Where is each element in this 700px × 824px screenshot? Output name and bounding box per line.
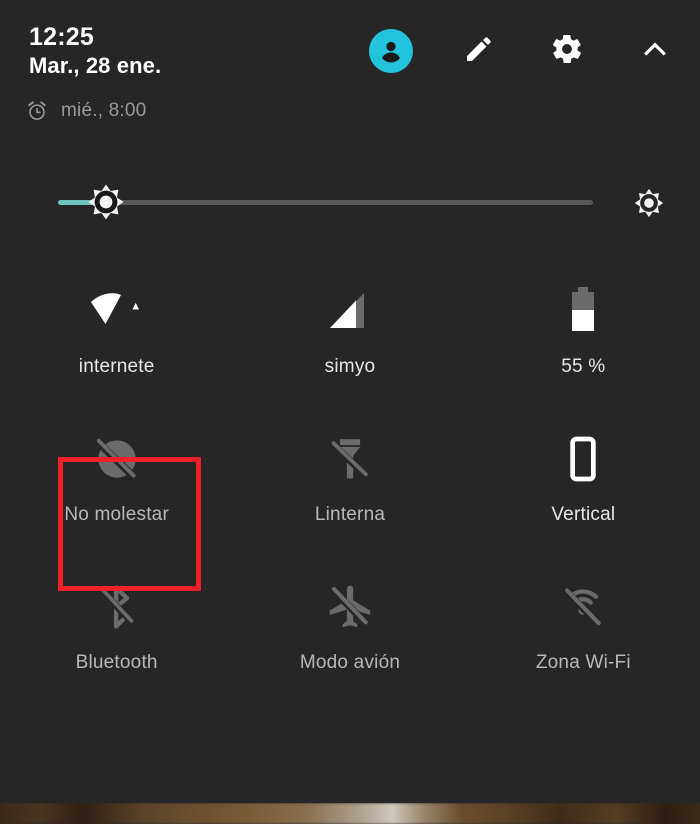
- tile-bluetooth[interactable]: Bluetooth: [0, 558, 233, 706]
- settings-button[interactable]: [544, 28, 590, 74]
- screen-rotation-portrait-icon: [556, 428, 610, 490]
- quick-settings-screen: 12:25 Mar., 28 ene. mié., 8:00: [0, 0, 700, 824]
- tile-wifi[interactable]: internete: [0, 262, 233, 410]
- edit-button[interactable]: [456, 28, 502, 74]
- pencil-icon: [463, 33, 495, 70]
- tile-row: internete simyo: [0, 262, 700, 410]
- do-not-disturb-off-icon: [90, 428, 144, 490]
- status-header: 12:25 Mar., 28 ene. mié., 8:00: [0, 0, 700, 140]
- hotspot-off-icon: [556, 576, 610, 638]
- tile-row: Bluetooth Modo avión: [0, 558, 700, 706]
- chevron-up-icon: [639, 33, 671, 70]
- bluetooth-off-icon: [91, 576, 143, 638]
- brightness-sun-icon: [80, 176, 132, 228]
- clock-time: 12:25: [29, 23, 161, 52]
- flashlight-off-icon: [323, 428, 377, 490]
- battery-icon: [566, 280, 600, 342]
- quick-tiles-grid: internete simyo: [0, 262, 700, 706]
- collapse-button[interactable]: [632, 28, 678, 74]
- quick-settings-panel: 12:25 Mar., 28 ene. mié., 8:00: [0, 0, 700, 803]
- tile-flashlight[interactable]: Linterna: [233, 410, 466, 558]
- auto-brightness-button[interactable]: [628, 182, 670, 224]
- tile-hotspot[interactable]: Zona Wi-Fi: [467, 558, 700, 706]
- tile-cellular[interactable]: simyo: [233, 262, 466, 410]
- tile-orientation[interactable]: Vertical: [467, 410, 700, 558]
- brightness-row: [0, 160, 700, 246]
- tile-label: Linterna: [315, 504, 385, 526]
- user-avatar-icon: [369, 29, 413, 73]
- tile-label: Vertical: [551, 504, 615, 526]
- cellular-signal-icon: [325, 280, 375, 342]
- wallpaper-strip: [0, 803, 700, 824]
- header-actions: [368, 28, 678, 74]
- wifi-icon: [85, 280, 149, 342]
- gear-icon: [550, 32, 584, 71]
- alarm-text: mié., 8:00: [61, 100, 146, 122]
- alarm-clock-icon: [26, 100, 48, 122]
- tile-label: 55 %: [561, 356, 605, 378]
- auto-brightness-sun-icon: [628, 182, 670, 224]
- alarm-row[interactable]: mié., 8:00: [26, 100, 146, 122]
- tile-label: Zona Wi-Fi: [536, 652, 631, 674]
- tile-battery[interactable]: 55 %: [467, 262, 700, 410]
- tile-label: Bluetooth: [76, 652, 158, 674]
- brightness-slider-track[interactable]: [108, 200, 593, 205]
- tile-do-not-disturb[interactable]: No molestar: [0, 410, 233, 558]
- tile-label: Modo avión: [300, 652, 400, 674]
- tile-label: internete: [79, 356, 155, 378]
- tile-label: simyo: [325, 356, 376, 378]
- clock-date: Mar., 28 ene.: [29, 52, 161, 79]
- user-avatar[interactable]: [368, 28, 414, 74]
- clock-block: 12:25 Mar., 28 ene.: [29, 23, 161, 79]
- tile-label: No molestar: [64, 504, 169, 526]
- airplane-off-icon: [323, 576, 377, 638]
- tile-row: No molestar Linterna: [0, 410, 700, 558]
- tile-airplane-mode[interactable]: Modo avión: [233, 558, 466, 706]
- brightness-slider-thumb[interactable]: [80, 176, 132, 228]
